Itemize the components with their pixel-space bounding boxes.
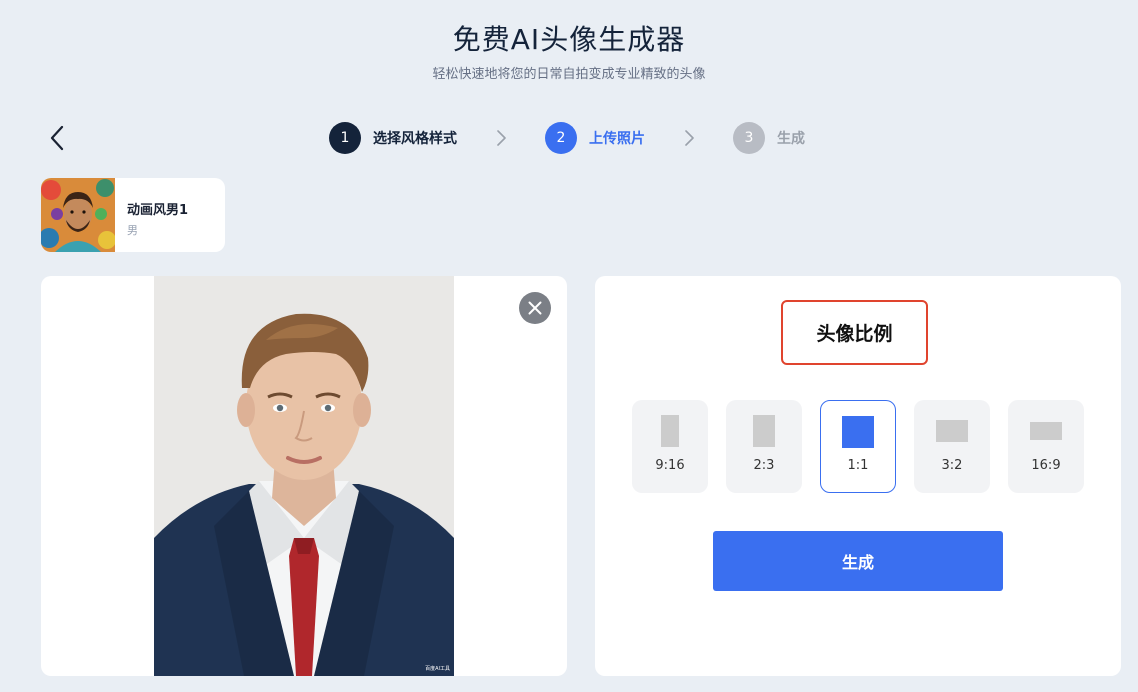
step-indicator: 1 选择风格样式 2 上传照片 3 生成 <box>0 122 1138 154</box>
step-select-style[interactable]: 1 选择风格样式 <box>329 122 457 154</box>
page-subtitle: 轻松快速地将您的日常自拍变成专业精致的头像 <box>432 67 706 82</box>
ratio-label: 16:9 <box>1031 458 1061 473</box>
watermark: 百度AI工具 <box>425 666 450 672</box>
ratio-shape-2-3 <box>753 415 775 447</box>
ratio-label: 1:1 <box>847 458 869 473</box>
uploaded-photo: 百度AI工具 <box>154 276 454 676</box>
ratio-shape-16-9 <box>1030 422 1062 440</box>
close-icon <box>528 301 542 315</box>
step-generate[interactable]: 3 生成 <box>733 122 805 154</box>
ratio-title: 头像比例 <box>816 323 893 345</box>
ratio-option-16-9[interactable]: 16:9 <box>1008 400 1084 493</box>
uploaded-photo-panel: 百度AI工具 <box>41 276 567 676</box>
ratio-label: 2:3 <box>753 458 775 473</box>
generate-button[interactable]: 生成 <box>713 531 1003 591</box>
chevron-right-icon <box>685 130 694 146</box>
chevron-right-icon <box>497 130 506 146</box>
ratio-shape-1-1 <box>842 416 874 448</box>
ratio-shape-9-16 <box>661 415 679 447</box>
step-number: 1 <box>329 122 361 154</box>
step-number: 2 <box>545 122 577 154</box>
step-upload-photo[interactable]: 2 上传照片 <box>545 122 645 154</box>
ratio-option-3-2[interactable]: 3:2 <box>914 400 990 493</box>
step-label: 上传照片 <box>589 131 645 147</box>
remove-photo-button[interactable] <box>519 292 551 324</box>
style-name: 动画风男1 <box>127 203 189 218</box>
style-gender: 男 <box>127 224 138 237</box>
ratio-option-1-1[interactable]: 1:1 <box>820 400 896 493</box>
settings-panel: 头像比例 9:16 2:3 1:1 3:2 16:9 生成 <box>595 276 1121 676</box>
step-number: 3 <box>733 122 765 154</box>
ratio-option-9-16[interactable]: 9:16 <box>632 400 708 493</box>
ratio-option-2-3[interactable]: 2:3 <box>726 400 802 493</box>
step-label: 生成 <box>777 131 805 147</box>
ratio-title-highlight: 头像比例 <box>781 300 928 365</box>
step-label: 选择风格样式 <box>373 131 457 147</box>
ratio-label: 3:2 <box>941 458 963 473</box>
selected-style-card[interactable]: 动画风男1 男 <box>41 178 225 252</box>
style-thumbnail <box>41 178 115 252</box>
page-title: 免费AI头像生成器 <box>452 23 686 56</box>
ratio-shape-3-2 <box>936 420 968 442</box>
ratio-label: 9:16 <box>655 458 685 473</box>
